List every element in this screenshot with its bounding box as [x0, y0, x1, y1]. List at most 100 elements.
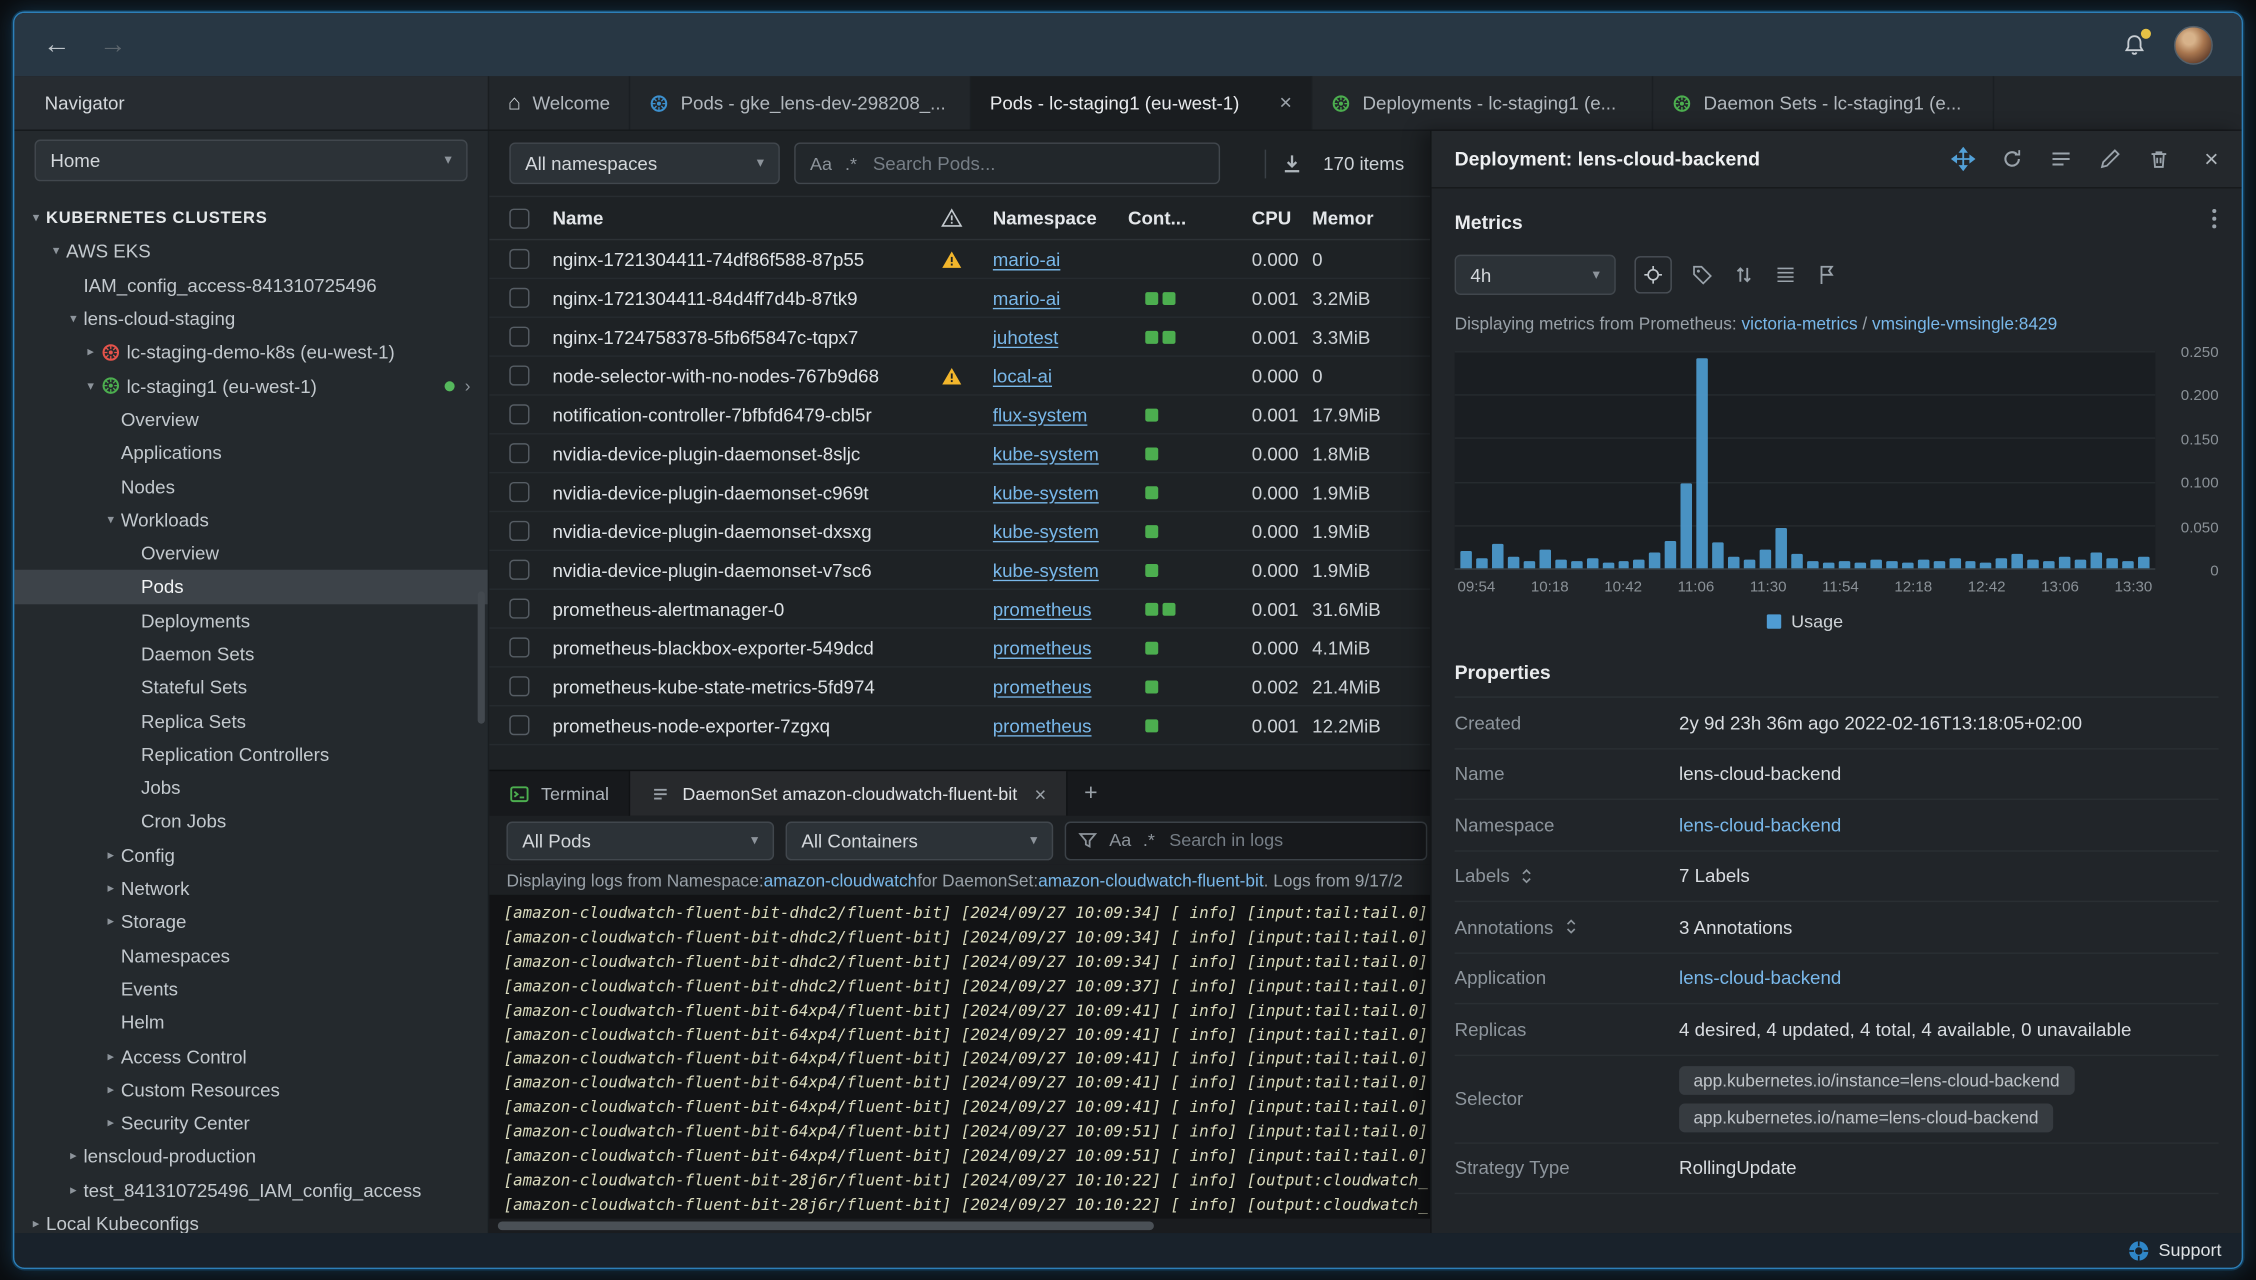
- sidebar-item-storage[interactable]: ▸ Storage: [14, 905, 487, 939]
- forward-button[interactable]: →: [99, 31, 126, 58]
- chevron-down-icon[interactable]: ▾: [81, 378, 101, 394]
- pod-row-nvidia-device-plugin-daemonset-c969t[interactable]: nvidia-device-plugin-daemonset-c969t kube…: [489, 473, 1431, 513]
- open-in-window-icon[interactable]: [1951, 146, 1976, 172]
- sidebar-item-iam-config-access-841310725496[interactable]: IAM_config_access-841310725496: [14, 268, 487, 302]
- sidebar-item-lc-staging-demo-k8s-eu-west-1[interactable]: ▸ lc-staging-demo-k8s (eu-west-1): [14, 336, 487, 370]
- logs-tab[interactable]: DaemonSet amazon-cloudwatch-fluent-bit ×: [630, 771, 1068, 816]
- namespace-link[interactable]: local-ai: [993, 365, 1052, 387]
- property-link[interactable]: lens-cloud-backend: [1679, 967, 1841, 989]
- pod-row-nvidia-device-plugin-daemonset-dxsxg[interactable]: nvidia-device-plugin-daemonset-dxsxg kube…: [489, 512, 1431, 552]
- pod-row-node-selector-with-no-nodes-767b9d68[interactable]: node-selector-with-no-nodes-767b9d68 loca…: [489, 357, 1431, 396]
- crosshair-icon[interactable]: [1634, 256, 1672, 294]
- back-button[interactable]: ←: [43, 31, 70, 58]
- edit-pencil-icon[interactable]: [2098, 147, 2122, 171]
- expand-icon[interactable]: [1563, 918, 1577, 935]
- pod-row-prometheus-blackbox-exporter-549dcd[interactable]: prometheus-blackbox-exporter-549dcd prome…: [489, 629, 1431, 668]
- chevron-right-icon[interactable]: ▸: [101, 847, 121, 863]
- pods-search[interactable]: Aa .*: [794, 142, 1221, 185]
- notifications-bell-icon[interactable]: [2119, 28, 2151, 59]
- regex-toggle[interactable]: .*: [1143, 830, 1155, 850]
- flag-icon[interactable]: [1816, 263, 1839, 286]
- row-checkbox[interactable]: [509, 404, 530, 425]
- sidebar-item-test-841310725496-iam-config-access[interactable]: ▸ test_841310725496_IAM_config_access: [14, 1173, 487, 1207]
- regex-toggle[interactable]: .*: [845, 153, 857, 173]
- row-checkbox[interactable]: [509, 365, 530, 386]
- list-lines-icon[interactable]: [1774, 263, 1797, 286]
- sidebar-item-helm[interactable]: Helm: [14, 1006, 487, 1040]
- namespace-select[interactable]: All namespaces ▾: [509, 142, 780, 185]
- row-checkbox[interactable]: [509, 481, 530, 503]
- chevron-right-icon[interactable]: ▸: [101, 914, 121, 930]
- row-checkbox[interactable]: [509, 520, 530, 541]
- sidebar-item-jobs[interactable]: Jobs: [14, 771, 487, 805]
- sidebar-item-deployments[interactable]: Deployments: [14, 604, 487, 638]
- sidebar-item-local-kubeconfigs[interactable]: ▸ Local Kubeconfigs: [14, 1207, 487, 1233]
- namespace-link[interactable]: kube-system: [993, 481, 1099, 503]
- namespace-link[interactable]: amazon-cloudwatch: [764, 870, 918, 890]
- sidebar-item-nodes[interactable]: Nodes: [14, 470, 487, 504]
- support-button[interactable]: Support: [2158, 1240, 2221, 1260]
- sidebar-item-network[interactable]: ▸ Network: [14, 872, 487, 906]
- chevron-down-icon[interactable]: ▾: [26, 210, 46, 226]
- pods-select[interactable]: All Pods ▾: [506, 820, 775, 860]
- terminal-tab[interactable]: Terminal: [489, 771, 631, 816]
- daemonset-link[interactable]: amazon-cloudwatch-fluent-bit: [1038, 870, 1264, 890]
- sidebar-item-kubernetes-clusters[interactable]: ▾ KUBERNETES CLUSTERS: [14, 201, 487, 235]
- sidebar-item-security-center[interactable]: ▸ Security Center: [14, 1106, 487, 1140]
- search-pods-input[interactable]: [869, 151, 1205, 176]
- tab-pods-lc-staging1-eu-west-1[interactable]: Pods - lc-staging1 (eu-west-1) ×: [971, 76, 1313, 130]
- sidebar-item-namespaces[interactable]: Namespaces: [14, 939, 487, 973]
- pod-row-nginx-1721304411-84d4ff7d4b-87tk9[interactable]: nginx-1721304411-84d4ff7d4b-87tk9 mario-a…: [489, 279, 1431, 318]
- sidebar-item-overview[interactable]: Overview: [14, 403, 487, 437]
- namespace-link[interactable]: mario-ai: [993, 287, 1061, 309]
- column-header-namespace[interactable]: Namespace: [993, 207, 1128, 229]
- match-case-toggle[interactable]: Aa: [810, 153, 832, 173]
- filter-icon[interactable]: [1078, 830, 1098, 850]
- sidebar-item-cron-jobs[interactable]: Cron Jobs: [14, 805, 487, 839]
- scrollbar-thumb[interactable]: [497, 1221, 1154, 1231]
- search-logs-input[interactable]: [1166, 828, 1415, 852]
- catalog-select[interactable]: Home ▾: [34, 139, 468, 182]
- namespace-link[interactable]: flux-system: [993, 404, 1088, 426]
- new-dock-tab-button[interactable]: +: [1068, 771, 1114, 816]
- row-checkbox[interactable]: [509, 287, 530, 308]
- containers-select[interactable]: All Containers ▾: [785, 820, 1054, 860]
- pod-row-nginx-1721304411-74df86f588-87p55[interactable]: nginx-1721304411-74df86f588-87p55 mario-a…: [489, 240, 1431, 280]
- sidebar-item-pods[interactable]: Pods: [14, 570, 488, 604]
- sidebar-item-config[interactable]: ▸ Config: [14, 838, 487, 872]
- sort-arrows-icon[interactable]: [1732, 263, 1755, 286]
- pod-row-nvidia-device-plugin-daemonset-8sljc[interactable]: nvidia-device-plugin-daemonset-8sljc kube…: [489, 435, 1431, 474]
- chevron-right-icon[interactable]: ▸: [101, 1115, 121, 1131]
- delete-trash-icon[interactable]: [2147, 147, 2171, 171]
- sidebar-item-replication-controllers[interactable]: Replication Controllers: [14, 738, 487, 772]
- pod-row-prometheus-kube-state-metrics-5fd974[interactable]: prometheus-kube-state-metrics-5fd974 prom…: [489, 668, 1431, 707]
- menu-lines-icon[interactable]: [2049, 147, 2073, 171]
- sidebar-item-aws-eks[interactable]: ▾ AWS EKS: [14, 235, 487, 269]
- namespace-link[interactable]: kube-system: [993, 520, 1099, 542]
- namespace-link[interactable]: kube-system: [993, 559, 1099, 581]
- match-case-toggle[interactable]: Aa: [1109, 830, 1131, 850]
- logs-search[interactable]: Aa .*: [1064, 820, 1428, 860]
- pod-row-notification-controller-7bfbfd6479-cbl5r[interactable]: notification-controller-7bfbfd6479-cbl5r…: [489, 396, 1431, 435]
- namespace-link[interactable]: prometheus: [993, 676, 1092, 698]
- sidebar-scrollbar[interactable]: [477, 591, 485, 724]
- refresh-icon[interactable]: [2000, 147, 2024, 171]
- select-all-checkbox[interactable]: [509, 207, 530, 229]
- column-header-cpu[interactable]: CPU: [1223, 207, 1312, 229]
- pod-row-prometheus-node-exporter-7zgxq[interactable]: prometheus-node-exporter-7zgxq prometheus…: [489, 706, 1431, 746]
- chevron-right-icon[interactable]: ›: [465, 376, 471, 396]
- tab-daemon-sets-lc-staging1-e[interactable]: Daemon Sets - lc-staging1 (e...: [1653, 76, 1995, 130]
- column-header-containers[interactable]: Cont...: [1128, 207, 1223, 229]
- row-checkbox[interactable]: [509, 715, 530, 736]
- time-range-select[interactable]: 4h ▾: [1454, 254, 1616, 295]
- sidebar-item-lenscloud-production[interactable]: ▸ lenscloud-production: [14, 1140, 487, 1174]
- row-checkbox[interactable]: [509, 326, 530, 347]
- user-avatar[interactable]: [2173, 25, 2213, 65]
- sidebar-item-replica-sets[interactable]: Replica Sets: [14, 704, 487, 738]
- horizontal-scrollbar[interactable]: [489, 1218, 1431, 1234]
- close-icon[interactable]: ×: [1035, 782, 1047, 805]
- chevron-right-icon[interactable]: ▸: [63, 1182, 83, 1198]
- namespace-link[interactable]: mario-ai: [993, 248, 1061, 270]
- prometheus-link[interactable]: victoria-metrics: [1742, 314, 1858, 334]
- close-icon[interactable]: ×: [1279, 92, 1292, 114]
